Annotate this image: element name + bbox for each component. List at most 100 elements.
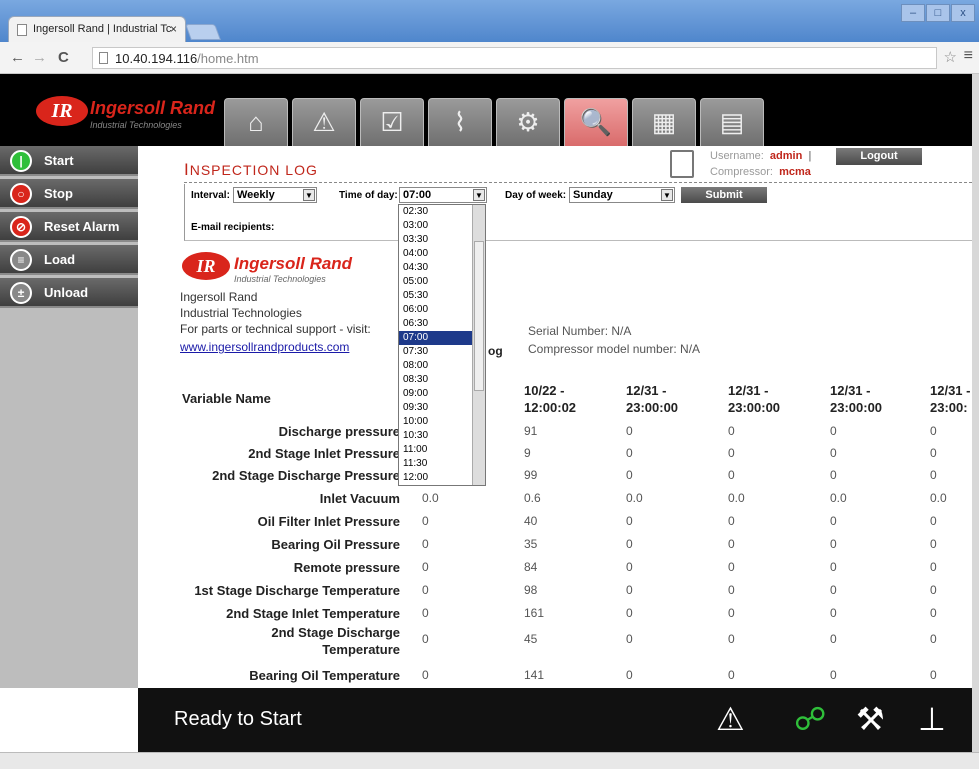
sidebar-button-label: Load: [44, 252, 76, 267]
dropdown-scrollbar[interactable]: [472, 205, 485, 485]
table-cell: 0.0: [728, 491, 745, 505]
table-cell: 45: [524, 632, 538, 646]
time-of-day-select[interactable]: 07:00 ▼: [399, 187, 487, 203]
table-cell: 0: [830, 468, 837, 482]
main-content: INSPECTION LOG Username: admin | Compres…: [138, 146, 972, 688]
column-header: 12:00:02: [524, 400, 577, 415]
sidebar-stop-button[interactable]: ○ Stop: [0, 179, 138, 209]
status-footer: Ready to Start ⚠ ☍ ⚒ ⊥: [138, 688, 972, 752]
sidebar-reset-alarm-button[interactable]: ⊘ Reset Alarm: [0, 212, 138, 242]
table-cell: 0: [830, 446, 837, 460]
vertical-scrollbar[interactable]: [972, 74, 979, 752]
interval-select[interactable]: Weekly ▼: [233, 187, 317, 203]
settings-icon[interactable]: ⚙: [496, 98, 560, 146]
minimize-button[interactable]: –: [901, 4, 925, 22]
table-cell: 0: [728, 668, 735, 682]
table-cell: 0: [728, 632, 735, 646]
forward-icon[interactable]: →: [32, 49, 47, 66]
table-cell: 99: [524, 468, 538, 482]
reload-icon[interactable]: C: [58, 49, 69, 66]
table-cell: 0: [728, 468, 735, 482]
table-cell: 0.0: [830, 491, 847, 505]
app-header: IR Ingersoll Rand Industrial Technologie…: [0, 74, 972, 146]
table-cell: 0: [930, 583, 937, 597]
serial-number: Serial Number: N/A: [528, 324, 632, 338]
report-logo-name: Ingersoll Rand: [234, 254, 353, 273]
logo-subtitle: Industrial Technologies: [90, 120, 182, 130]
variable-name: Oil Filter Inlet Pressure: [257, 514, 400, 529]
checklist-icon[interactable]: ☑: [360, 98, 424, 146]
panel-icon[interactable]: ▦: [632, 98, 696, 146]
back-icon[interactable]: ←: [10, 49, 25, 66]
sidebar-start-button[interactable]: | Start: [0, 146, 138, 176]
menu-icon[interactable]: ≡: [964, 47, 973, 65]
tab-close-button[interactable]: ×: [170, 22, 177, 36]
logout-button[interactable]: Logout: [836, 148, 922, 165]
compressor-model: Compressor model number: N/A: [528, 342, 701, 356]
table-cell: 0: [930, 606, 937, 620]
sidebar-unload-button[interactable]: ± Unload: [0, 278, 138, 308]
scroll-thumb[interactable]: [474, 241, 484, 391]
bookmark-star-icon[interactable]: ☆: [944, 48, 957, 66]
column-header: 12/31 -: [830, 383, 871, 398]
table-cell: 9: [524, 446, 531, 460]
sidebar: | Start ○ Stop ⊘ Reset Alarm ≡ Load ± Unload: [0, 146, 138, 688]
variable-name-header: Variable Name: [182, 391, 271, 406]
table-cell: 0.0: [422, 491, 439, 505]
browser-tab[interactable]: Ingersoll Rand | Industrial Tc ×: [8, 16, 186, 42]
column-header: 23:00:00: [626, 400, 679, 415]
warning-icon[interactable]: ⚠: [716, 700, 745, 738]
unload-valve-icon[interactable]: ⊥: [918, 700, 946, 738]
maximize-button[interactable]: □: [926, 4, 950, 22]
table-cell: 0: [930, 424, 937, 438]
alarm-icon[interactable]: ⚠: [292, 98, 356, 146]
page-icon: [99, 52, 108, 64]
variable-name: 2nd Stage Inlet Temperature: [226, 606, 400, 621]
table-cell: 98: [524, 583, 538, 597]
service-tools-icon[interactable]: ⚒: [856, 700, 885, 738]
column-header: 23:00:: [930, 400, 968, 415]
sidebar-button-label: Start: [44, 153, 74, 168]
table-cell: 0: [728, 583, 735, 597]
trend-chart-icon[interactable]: ⌇: [428, 98, 492, 146]
title-bar: Ingersoll Rand | Industrial Tc × – □ x: [0, 0, 979, 42]
column-header: 23:00:00: [830, 400, 883, 415]
printer-icon[interactable]: [670, 150, 694, 178]
close-button[interactable]: x: [951, 4, 975, 22]
table-cell: 0: [422, 668, 429, 682]
table-cell: 84: [524, 560, 538, 574]
variable-name: Bearing Oil Temperature: [249, 668, 400, 683]
inspection-log-icon[interactable]: 🔍: [564, 98, 628, 146]
table-cell: 0: [930, 468, 937, 482]
table-cell: 35: [524, 537, 538, 551]
log-heading-fragment: og: [488, 344, 503, 358]
logo-name: Ingersoll Rand: [90, 98, 216, 118]
horizontal-scrollbar[interactable]: [0, 752, 979, 769]
day-of-week-select[interactable]: Sunday ▼: [569, 187, 675, 203]
column-header: 12/31 -: [728, 383, 769, 398]
new-tab-button[interactable]: [185, 24, 221, 40]
support-text: For parts or technical support - visit:: [180, 322, 371, 336]
sidebar-load-button[interactable]: ≡ Load: [0, 245, 138, 275]
table-cell: 0: [422, 583, 429, 597]
submit-button[interactable]: Submit: [681, 187, 767, 203]
variable-name: Discharge pressure: [278, 424, 400, 439]
table-cell: 0: [422, 606, 429, 620]
contact-card-icon[interactable]: ▤: [700, 98, 764, 146]
time-of-day-dropdown-list[interactable]: 02:30 03:00 03:30 04:00 04:30 05:00 05:30 06:00…: [398, 204, 486, 486]
window-controls: – □ x: [901, 4, 975, 24]
table-cell: 91: [524, 424, 538, 438]
browser-toolbar: ← → C 10.40.194.116/home.htm ☆ ≡: [0, 42, 979, 74]
table-cell: 0: [930, 446, 937, 460]
column-header: 23:00:00: [728, 400, 781, 415]
table-cell: 0: [830, 514, 837, 528]
sidebar-button-label: Stop: [44, 186, 73, 201]
support-link[interactable]: www.ingersollrandproducts.com: [180, 340, 349, 354]
page-icon: [17, 24, 27, 36]
variable-name: 2nd Stage Inlet Pressure: [248, 446, 400, 461]
column-header: 12/31 -: [626, 383, 667, 398]
home-icon[interactable]: ⌂: [224, 98, 288, 146]
address-bar[interactable]: 10.40.194.116/home.htm: [92, 47, 937, 69]
network-icon[interactable]: ☍: [794, 700, 826, 738]
email-recipients-label: E-mail recipients:: [191, 222, 275, 233]
